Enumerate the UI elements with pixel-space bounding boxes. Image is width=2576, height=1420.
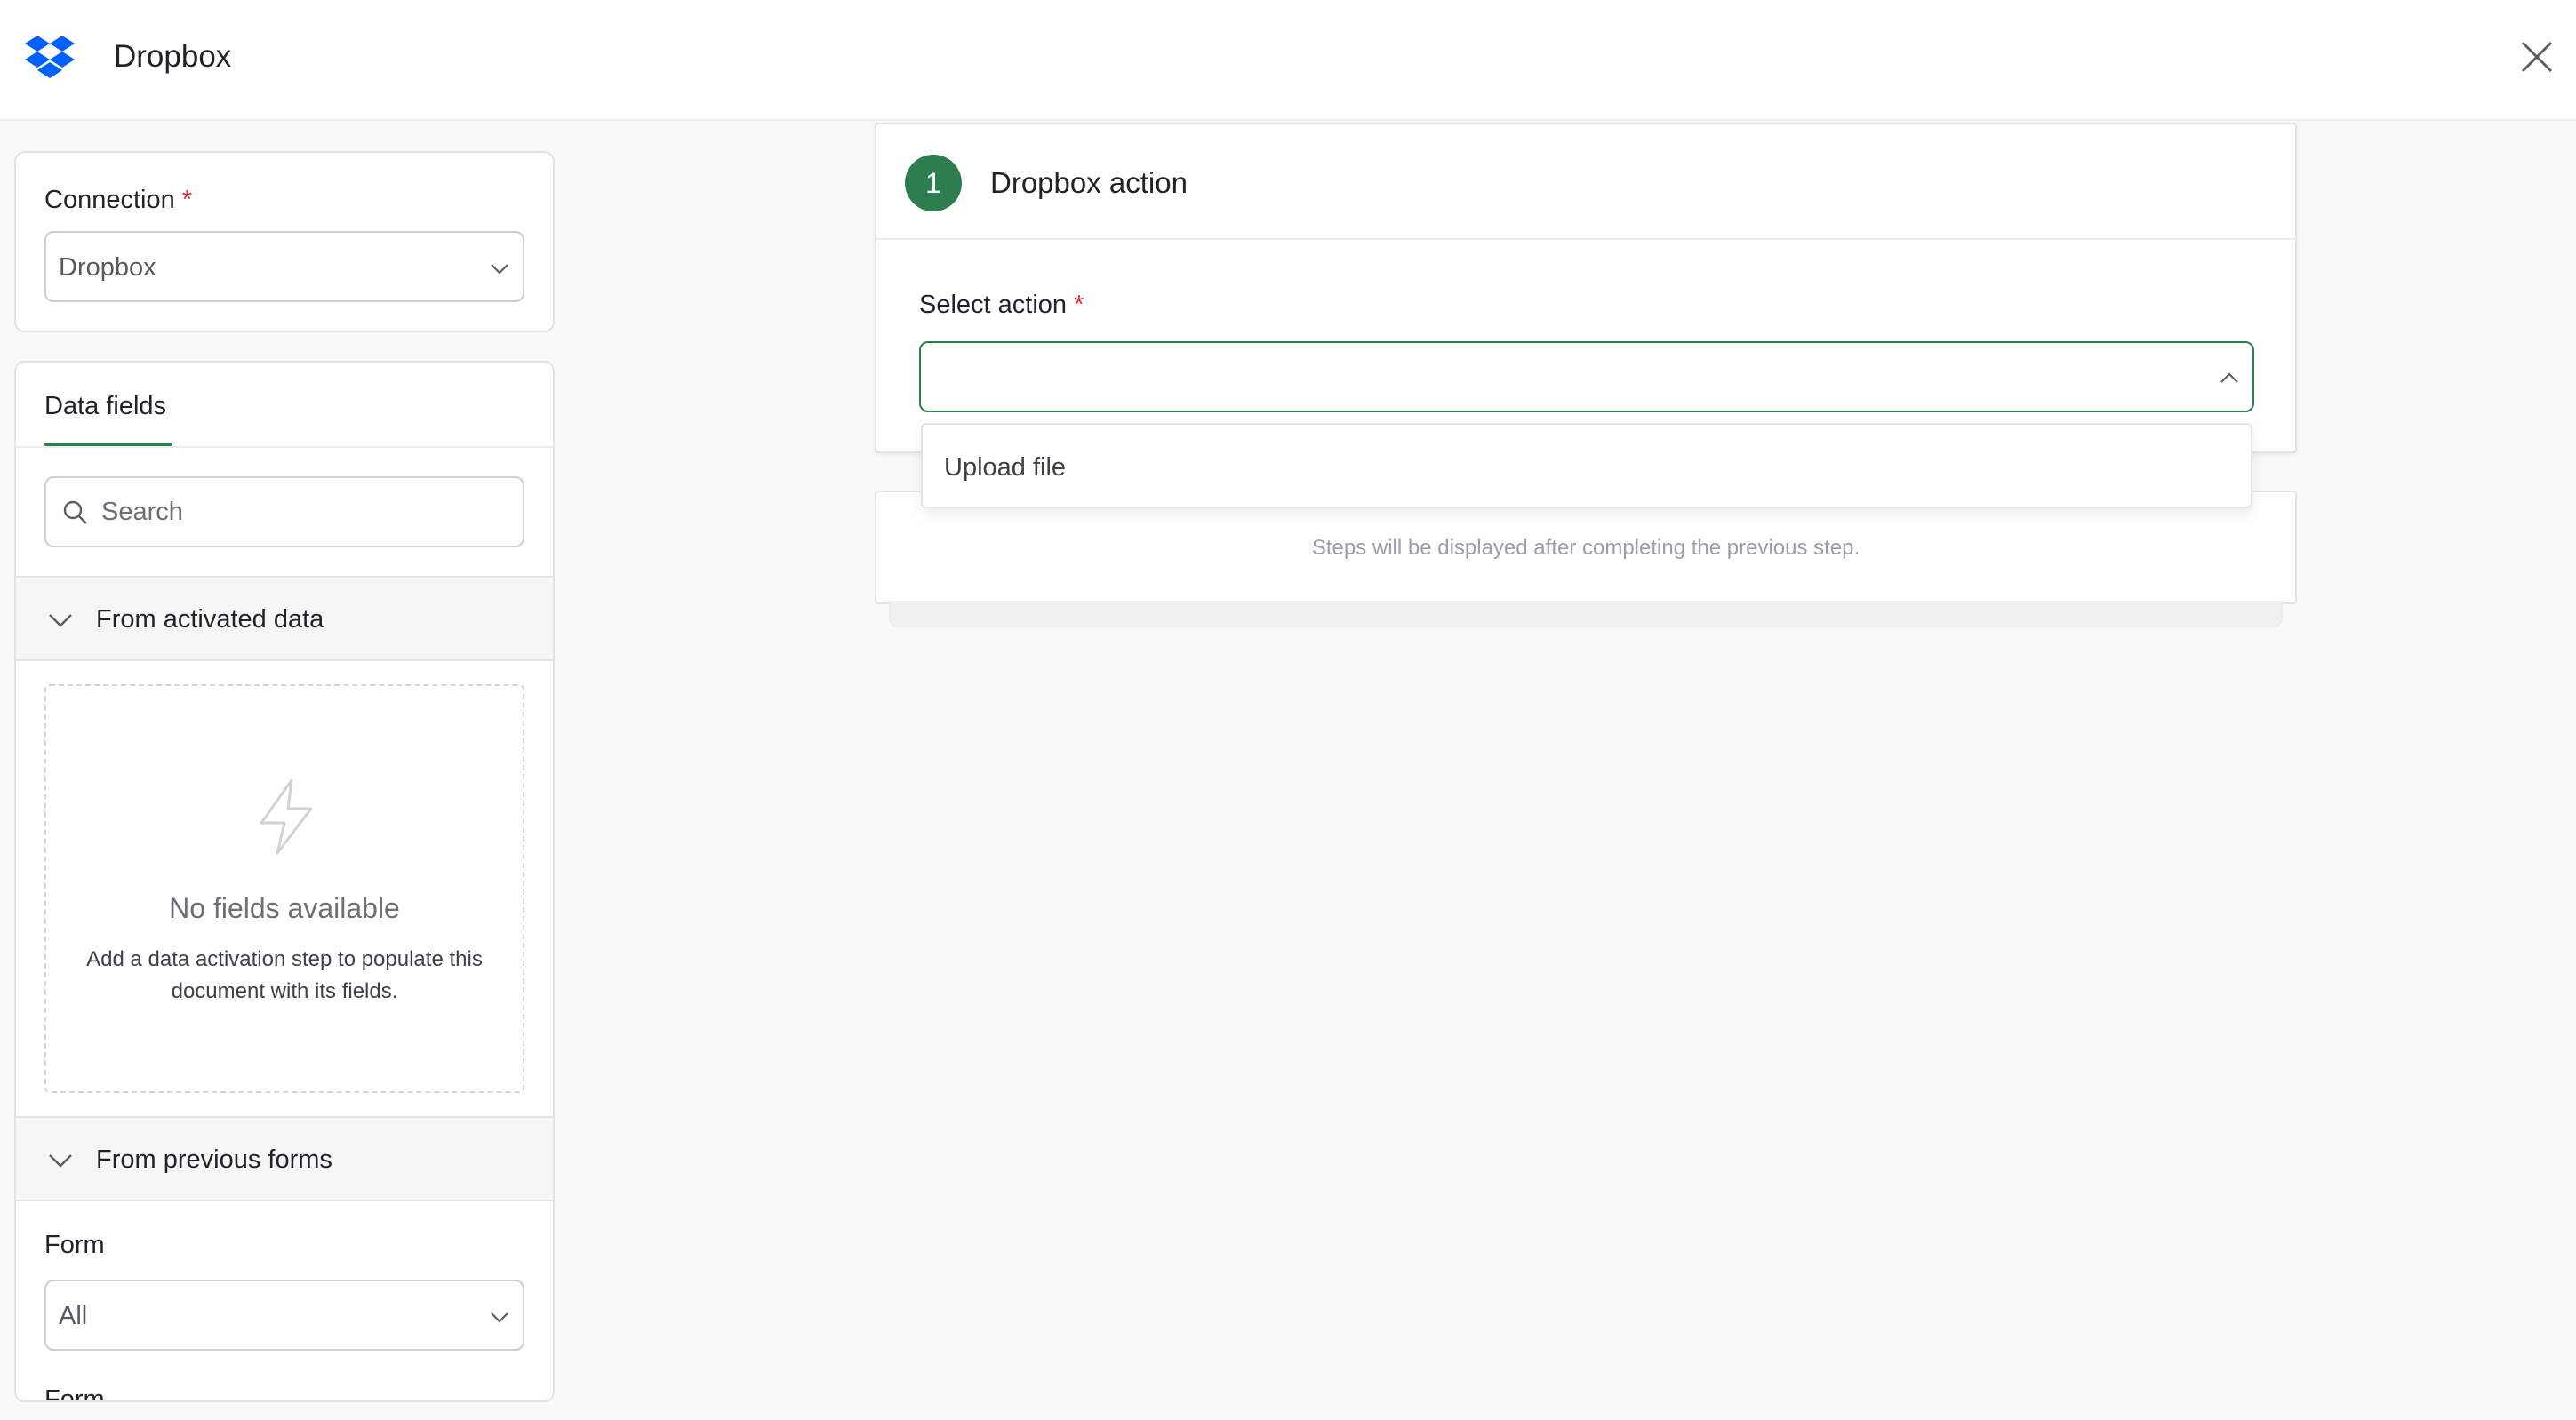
- select-action-label: Select action *: [919, 288, 1084, 322]
- search-field[interactable]: [44, 476, 524, 547]
- connection-label-text: Connection: [44, 186, 175, 214]
- chevron-down-icon: [491, 264, 508, 275]
- app-header: Dropbox: [0, 0, 2576, 121]
- required-marker: *: [1074, 291, 1084, 319]
- connection-select[interactable]: Dropbox: [44, 231, 524, 302]
- active-tab-indicator: [44, 443, 172, 446]
- lightning-bolt-icon: [260, 778, 313, 855]
- tab-data-fields[interactable]: Data fields: [44, 389, 166, 423]
- option-upload-file[interactable]: Upload file: [944, 450, 1066, 485]
- section-title: From activated data: [96, 605, 324, 634]
- dropbox-action-step: 1 Dropbox action Select action *: [875, 123, 2297, 453]
- empty-state: No fields available Add a data activatio…: [44, 684, 524, 1093]
- app-title: Dropbox: [114, 39, 232, 74]
- search-input[interactable]: [101, 491, 510, 533]
- pending-steps-message: Steps will be displayed after completing…: [1311, 536, 1860, 560]
- data-fields-card: Data fields From activated data No field…: [14, 361, 555, 1402]
- chevron-down-icon: [491, 1312, 508, 1323]
- connection-select-value: Dropbox: [59, 253, 156, 282]
- section-from-activated-data[interactable]: From activated data: [16, 576, 553, 661]
- empty-state-description: Add a data activation step to populate t…: [86, 947, 483, 1003]
- chevron-up-icon: [2220, 372, 2238, 383]
- section-from-previous-forms[interactable]: From previous forms: [16, 1116, 553, 1201]
- data-fields-tabs: Data fields: [16, 363, 553, 448]
- section-title: From previous forms: [96, 1145, 332, 1174]
- select-action-label-text: Select action: [919, 291, 1068, 319]
- select-action-dropdown[interactable]: [919, 341, 2254, 412]
- chevron-down-icon: [49, 614, 72, 627]
- required-marker: *: [181, 186, 193, 214]
- search-icon: [63, 500, 87, 524]
- form-label-secondary: Form: [44, 1385, 105, 1402]
- connection-card: Connection * Dropbox: [14, 151, 555, 332]
- action-options-menu: Upload file: [921, 423, 2252, 508]
- step-header: 1 Dropbox action: [876, 124, 2295, 240]
- form-select-value: All: [59, 1302, 88, 1330]
- form-label: Form: [44, 1231, 105, 1259]
- step-title: Dropbox action: [990, 166, 1188, 199]
- close-icon[interactable]: [2519, 39, 2555, 75]
- pending-card-stack: [889, 601, 2283, 627]
- form-select[interactable]: All: [44, 1280, 524, 1351]
- step-number-badge: 1: [905, 155, 962, 211]
- chevron-down-icon: [49, 1154, 72, 1168]
- connection-label: Connection *: [44, 183, 192, 217]
- empty-state-title: No fields available: [169, 892, 400, 924]
- dropbox-logo: [25, 36, 75, 78]
